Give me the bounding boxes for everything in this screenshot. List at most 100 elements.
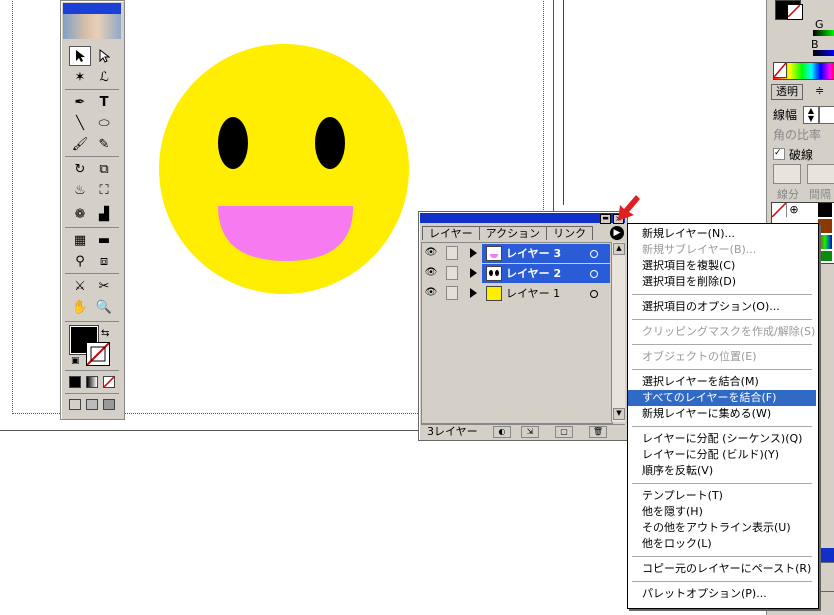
b-channel-slider[interactable] [813, 50, 834, 56]
stroke-weight-stepper[interactable]: ▲ ▼ [803, 106, 819, 124]
registration-swatch-icon[interactable]: ⊕ [787, 203, 801, 217]
lock-toggle[interactable] [446, 246, 458, 260]
ellipse-tool-icon[interactable]: ⬭ [93, 113, 115, 133]
menu-item-flatten-artwork[interactable]: すべてのレイヤーを結合(F) [628, 390, 816, 406]
tab-stroke-icon[interactable]: ≑ [815, 84, 824, 97]
screen-mode-full-icon[interactable] [103, 399, 115, 410]
layer-target-icon[interactable] [590, 270, 598, 278]
layer-target-icon[interactable] [590, 250, 598, 258]
layers-titlebar[interactable]: ▬ × [420, 213, 625, 224]
tab-transparency[interactable]: 透明 [771, 84, 803, 100]
layer-row[interactable]: 👁 レイヤー 2 [422, 264, 612, 283]
make-clipping-mask-icon[interactable]: ◐ [493, 426, 511, 438]
slice-tool-icon[interactable]: ⚔ [69, 276, 91, 296]
smiley-artwork[interactable] [158, 43, 412, 297]
menu-item-new-sublayer[interactable]: 新規サブレイヤー(B)... [628, 242, 816, 258]
eyedropper-tool-icon[interactable]: ⚲ [69, 251, 91, 271]
tab-layers[interactable]: レイヤー [422, 226, 480, 240]
graph-tool-icon[interactable]: ▟ [93, 204, 115, 224]
menu-item-reverse-order[interactable]: 順序を反転(V) [628, 463, 816, 479]
layer-row[interactable]: 👁 レイヤー 3 [422, 244, 612, 263]
zoom-tool-icon[interactable]: 🔍 [93, 297, 115, 317]
dashed-line-checkbox[interactable]: ✓ [773, 148, 785, 160]
menu-item-locate-object[interactable]: オブジェクトの位置(E) [628, 349, 816, 365]
layer-name[interactable]: レイヤー 1 [482, 284, 610, 303]
gradient-tool-icon[interactable]: ▬ [93, 230, 115, 250]
smiley-right-eye[interactable] [315, 117, 345, 169]
layer-target-icon[interactable] [590, 290, 598, 298]
scroll-up-icon[interactable]: ▲ [613, 243, 625, 255]
color-mode-icon[interactable] [69, 376, 81, 388]
scissors-tool-icon[interactable]: ✂ [93, 276, 115, 296]
hand-tool-icon[interactable]: ✋ [69, 297, 91, 317]
tab-links[interactable]: リンク [546, 226, 594, 240]
stroke-weight-input[interactable] [819, 106, 834, 124]
menu-item-merge-selected[interactable]: 選択レイヤーを結合(M) [628, 374, 816, 390]
menu-item-lock-others[interactable]: 他をロック(L) [628, 536, 816, 552]
expand-triangle-icon[interactable] [470, 268, 477, 278]
minimize-icon[interactable]: ▬ [600, 214, 611, 224]
toolbox-titlebar[interactable] [63, 3, 121, 14]
visibility-eye-icon[interactable]: 👁 [424, 247, 438, 259]
scroll-down-icon[interactable]: ▼ [613, 408, 625, 420]
lock-toggle[interactable] [446, 286, 458, 300]
dash-segment-field[interactable] [773, 164, 801, 184]
menu-item-release-build[interactable]: レイヤーに分配 (ビルド)(Y) [628, 447, 816, 463]
menu-item-outline-others[interactable]: その他をアウトライン表示(U) [628, 520, 816, 536]
default-colors-icon[interactable]: ▣ [71, 356, 80, 366]
layers-tabs: レイヤー アクション リンク [422, 226, 594, 240]
palette-menu-button[interactable]: ▶ [610, 226, 624, 240]
type-tool-icon[interactable]: T [93, 92, 115, 112]
paintbrush-tool-icon[interactable]: 🖌 [69, 134, 91, 154]
new-sublayer-icon[interactable]: ⇲ [521, 426, 539, 438]
menu-item-collect-in-new-layer[interactable]: 新規レイヤーに集める(W) [628, 406, 816, 422]
none-mode-icon[interactable] [103, 376, 115, 388]
menu-item-duplicate-selection[interactable]: 選択項目を複製(C) [628, 258, 816, 274]
expand-triangle-icon[interactable] [470, 248, 477, 258]
pencil-tool-icon[interactable]: ✎ [93, 134, 115, 154]
g-channel-slider[interactable] [813, 30, 834, 36]
line-tool-icon[interactable]: ╲ [69, 113, 91, 133]
free-transform-tool-icon[interactable]: ⛶ [93, 180, 115, 200]
tab-actions[interactable]: アクション [478, 226, 548, 240]
selection-tool-icon[interactable] [69, 46, 91, 66]
lasso-tool-icon[interactable]: ℒ [93, 67, 115, 87]
mesh-tool-icon[interactable]: ▦ [69, 230, 91, 250]
expand-triangle-icon[interactable] [470, 288, 477, 298]
menu-item-release-sequence[interactable]: レイヤーに分配 (シーケンス)(Q) [628, 431, 816, 447]
menu-item-paste-remembers-layers[interactable]: コピー元のレイヤーにペースト(R) [628, 561, 816, 577]
menu-item-template[interactable]: テンプレート(T) [628, 488, 816, 504]
layer-row[interactable]: 👁 レイヤー 1 [422, 284, 612, 303]
menu-item-clipping-mask[interactable]: クリッピングマスクを作成/解除(S) [628, 324, 816, 340]
screen-mode-standard-icon[interactable] [69, 399, 81, 410]
gradient-mode-icon[interactable] [86, 376, 98, 388]
menu-item-new-layer[interactable]: 新規レイヤー(N)... [628, 226, 816, 242]
visibility-eye-icon[interactable]: 👁 [424, 267, 438, 279]
menu-item-delete-selection[interactable]: 選択項目を削除(D) [628, 274, 816, 290]
lock-toggle[interactable] [446, 266, 458, 280]
pen-tool-icon[interactable]: ✒ [69, 92, 91, 112]
direct-selection-tool-icon[interactable] [93, 46, 115, 66]
screen-mode-menu-icon[interactable] [86, 399, 98, 410]
layer-name[interactable]: レイヤー 2 [482, 264, 610, 283]
smiley-left-eye[interactable] [218, 117, 248, 169]
dash-gap-field[interactable] [807, 164, 834, 184]
new-layer-icon[interactable]: ▢ [555, 426, 573, 438]
stroke-color-swatch[interactable] [86, 342, 110, 366]
blend-tool-icon[interactable]: ⧈ [93, 251, 115, 271]
layer-name[interactable]: レイヤー 3 [482, 244, 610, 263]
color-stroke-swatch[interactable] [787, 4, 803, 20]
layers-scrollbar[interactable]: ▲ ▼ [611, 242, 625, 422]
magic-wand-tool-icon[interactable]: ✶ [69, 67, 91, 87]
menu-item-palette-options[interactable]: パレットオプション(P)... [628, 586, 816, 602]
rotate-tool-icon[interactable]: ↻ [69, 159, 91, 179]
visibility-eye-icon[interactable]: 👁 [424, 287, 438, 299]
menu-item-hide-others[interactable]: 他を隠す(H) [628, 504, 816, 520]
menu-item-selection-options[interactable]: 選択項目のオプション(O)... [628, 299, 816, 315]
scale-tool-icon[interactable]: ⧉ [93, 159, 115, 179]
none-color-swatch[interactable] [773, 62, 787, 78]
delete-layer-icon[interactable]: 🗑 [589, 426, 607, 438]
symbol-sprayer-tool-icon[interactable]: ❁ [69, 204, 91, 224]
swap-colors-icon[interactable]: ⇆ [101, 328, 109, 339]
warp-tool-icon[interactable]: ♨ [69, 180, 91, 200]
